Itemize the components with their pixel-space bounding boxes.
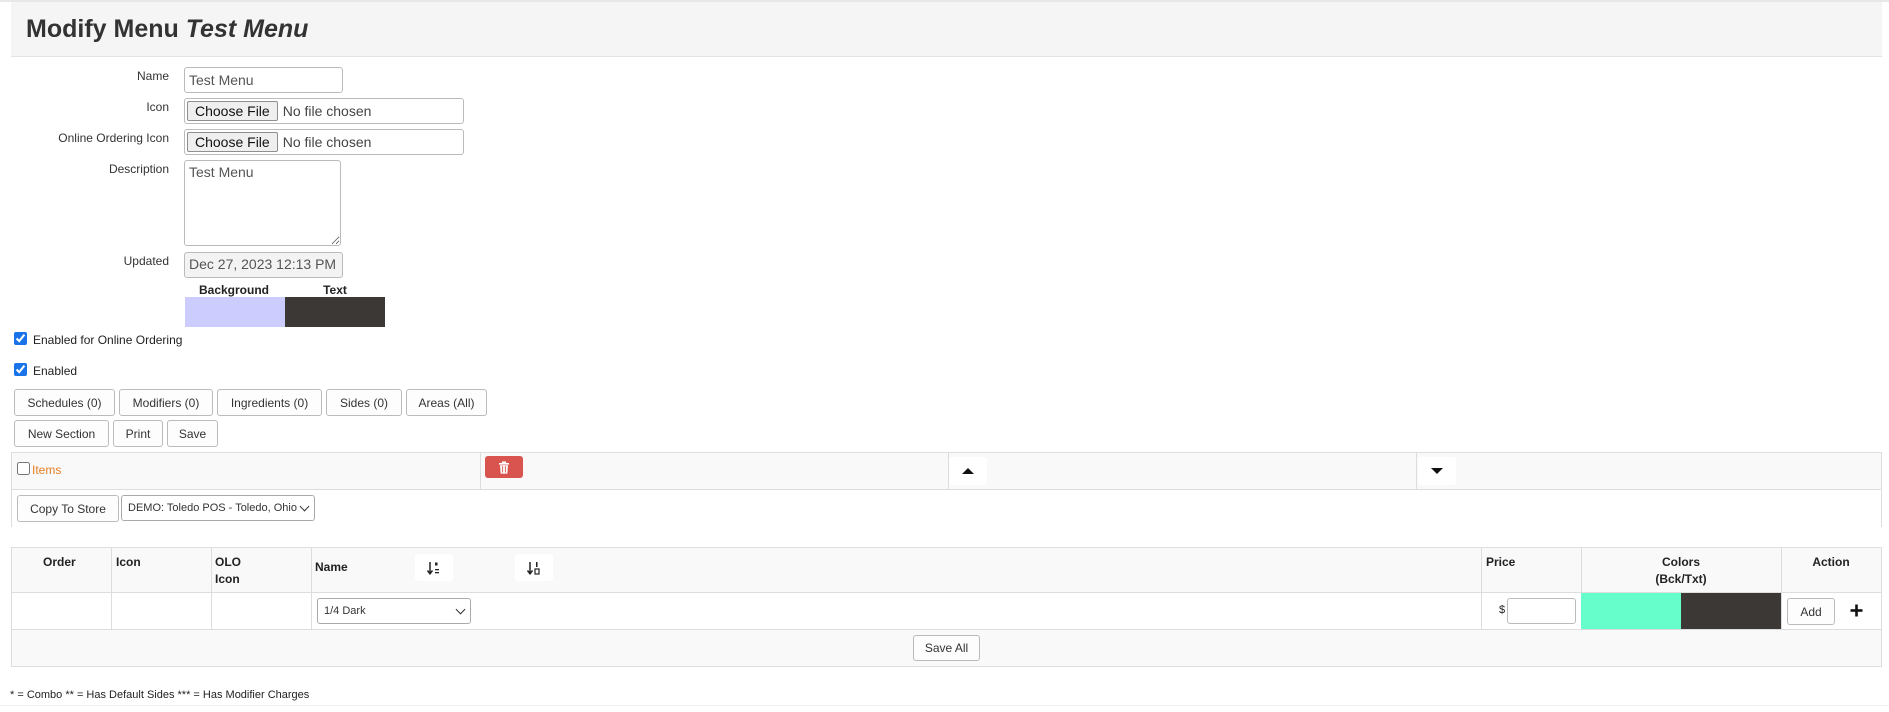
- chevron-down-icon: [299, 501, 310, 512]
- sort-name-button[interactable]: [415, 554, 453, 581]
- tab-ingredients[interactable]: Ingredients (0): [217, 389, 322, 416]
- updated-field: Dec 27, 2023 12:13 PM: [184, 252, 343, 278]
- section-move-down-button[interactable]: [1418, 457, 1456, 485]
- sort-alpha-icon: [427, 561, 439, 575]
- background-color-swatch[interactable]: [185, 297, 285, 327]
- new-item-price-input[interactable]: [1507, 598, 1576, 624]
- icon-file-input[interactable]: Choose File No file chosen: [184, 98, 464, 124]
- section-select-checkbox[interactable]: [17, 462, 30, 475]
- icon-label: Icon: [146, 100, 169, 114]
- copy-to-store-button[interactable]: Copy To Store: [17, 495, 119, 522]
- olo-icon-label: Online Ordering Icon: [58, 131, 169, 145]
- icon-file-status: No file chosen: [282, 103, 372, 119]
- new-section-button[interactable]: New Section: [14, 420, 109, 447]
- store-select-value: DEMO: Toledo POS - Toledo, Ohio: [128, 502, 297, 514]
- price-header: Price: [1486, 555, 1516, 569]
- table-col-divider: [1481, 548, 1482, 629]
- sort-numeric-icon: [527, 561, 540, 575]
- new-item-background-color[interactable]: [1581, 593, 1681, 629]
- online-ordering-checkbox[interactable]: [14, 332, 27, 345]
- section-title-link[interactable]: Items: [32, 463, 61, 477]
- olo-icon-header-line1: OLO: [215, 555, 241, 569]
- section-move-up-button[interactable]: [949, 457, 987, 485]
- online-ordering-label: Enabled for Online Ordering: [33, 333, 183, 347]
- add-item-plus-button[interactable]: [1850, 604, 1863, 620]
- tab-areas[interactable]: Areas (All): [406, 389, 487, 416]
- section-col-divider: [1416, 453, 1417, 489]
- add-item-button[interactable]: Add: [1787, 598, 1835, 625]
- page-header: Modify Menu Test Menu: [11, 2, 1882, 57]
- page-title: Modify Menu Test Menu: [26, 15, 308, 44]
- title-prefix: Modify Menu: [26, 15, 179, 43]
- text-color-swatch[interactable]: [285, 297, 385, 327]
- new-item-select-value: 1/4 Dark: [324, 605, 366, 617]
- updated-label: Updated: [123, 254, 169, 268]
- section-col-divider: [480, 453, 481, 489]
- olo-icon-file-status: No file chosen: [282, 134, 372, 150]
- colors-header-line2: (Bck/Txt): [1655, 572, 1707, 586]
- section-delete-button[interactable]: [485, 456, 523, 478]
- footnote: * = Combo ** = Has Default Sides *** = H…: [10, 689, 310, 701]
- table-col-divider: [111, 548, 112, 629]
- icon-header: Icon: [116, 555, 141, 569]
- plus-icon: [1850, 604, 1863, 617]
- enabled-checkbox[interactable]: [14, 363, 27, 376]
- trash-icon: [499, 460, 509, 474]
- olo-icon-choose-file-button[interactable]: Choose File: [187, 132, 278, 152]
- enabled-label: Enabled: [33, 364, 78, 378]
- tab-schedules[interactable]: Schedules (0): [14, 389, 115, 416]
- print-button[interactable]: Print: [113, 420, 163, 447]
- name-label: Name: [136, 69, 169, 83]
- order-header: Order: [43, 555, 76, 569]
- caret-down-icon: [1431, 468, 1443, 474]
- bottom-divider: [0, 705, 1889, 706]
- color-text-label: Text: [323, 283, 347, 297]
- caret-up-icon: [962, 468, 974, 474]
- action-header: Action: [1812, 555, 1850, 569]
- chevron-down-icon: [455, 604, 466, 615]
- table-col-divider: [311, 548, 312, 629]
- tab-sides[interactable]: Sides (0): [326, 389, 402, 416]
- name-input[interactable]: [184, 67, 343, 93]
- currency-symbol: $: [1499, 604, 1506, 616]
- olo-icon-header-line2: Icon: [215, 572, 240, 586]
- tab-modifiers[interactable]: Modifiers (0): [119, 389, 213, 416]
- description-textarea[interactable]: Test Menu: [184, 160, 341, 246]
- table-col-divider: [211, 548, 212, 629]
- new-item-text-color[interactable]: [1681, 593, 1781, 629]
- color-background-label: Background: [198, 283, 269, 297]
- save-button[interactable]: Save: [167, 420, 218, 447]
- save-all-button[interactable]: Save All: [913, 635, 980, 661]
- colors-header-line1: Colors: [1661, 555, 1700, 569]
- olo-icon-file-input[interactable]: Choose File No file chosen: [184, 129, 464, 155]
- name-header: Name: [315, 560, 348, 574]
- store-select[interactable]: DEMO: Toledo POS - Toledo, Ohio: [121, 495, 315, 521]
- table-row-divider: [12, 629, 1881, 630]
- description-label: Description: [108, 162, 169, 176]
- icon-choose-file-button[interactable]: Choose File: [187, 101, 278, 121]
- new-item-select[interactable]: 1/4 Dark: [317, 598, 471, 624]
- sort-order-button[interactable]: [515, 554, 553, 581]
- title-menu-name: Test Menu: [185, 15, 309, 43]
